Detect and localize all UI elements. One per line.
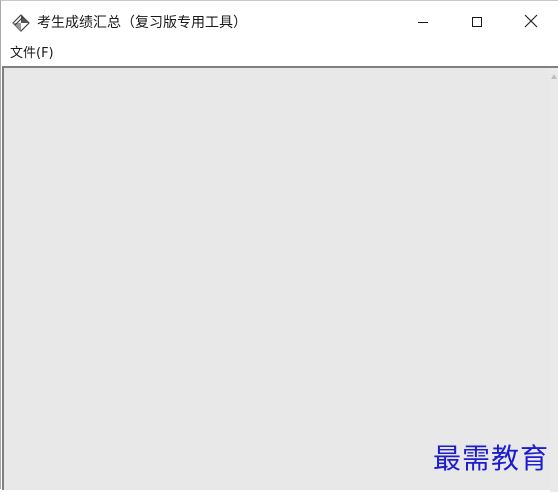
maximize-icon <box>471 13 483 32</box>
client-area[interactable] <box>2 66 558 492</box>
menu-bar: 文件(F) <box>1 43 558 65</box>
close-icon <box>524 13 538 32</box>
app-diamond-icon <box>11 13 31 33</box>
app-window: 考生成绩汇总（复习版专用工具） 文件(F) <box>0 0 558 492</box>
scroll-up-arrow-icon[interactable] <box>551 74 557 79</box>
close-button[interactable] <box>504 1 558 43</box>
menu-item-file[interactable]: 文件(F) <box>10 45 54 63</box>
window-title: 考生成绩汇总（复习版专用工具） <box>37 15 247 31</box>
minimize-button[interactable] <box>396 1 450 43</box>
watermark-text: 最需教育 <box>433 442 550 475</box>
vertical-scrollbar[interactable] <box>550 68 558 492</box>
maximize-button[interactable] <box>450 1 504 43</box>
title-bar[interactable]: 考生成绩汇总（复习版专用工具） <box>1 1 558 43</box>
minimize-icon <box>417 13 429 32</box>
